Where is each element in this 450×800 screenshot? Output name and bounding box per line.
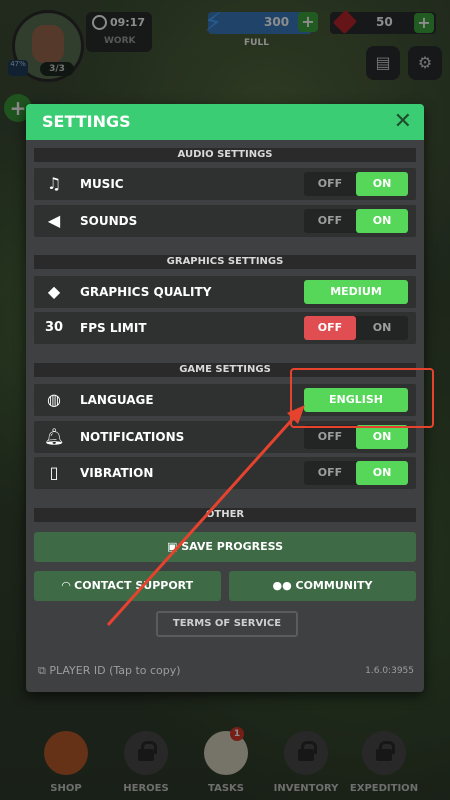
save-icon: ▣: [166, 540, 182, 553]
community-label: COMMUNITY: [295, 579, 373, 592]
fps-on-option[interactable]: ON: [356, 316, 408, 340]
music-note-icon: ♫: [46, 174, 62, 193]
community-icon: ●●: [272, 579, 296, 592]
fps-limit-toggle[interactable]: OFF ON: [304, 316, 408, 340]
language-label: LANGUAGE: [80, 393, 154, 407]
player-id-label: PLAYER ID (Tap to copy): [49, 664, 181, 677]
vibration-icon: ▯: [49, 463, 59, 482]
notifications-off-option[interactable]: OFF: [304, 425, 356, 449]
section-other: OTHER: [34, 508, 416, 522]
community-button[interactable]: ●● COMMUNITY: [229, 571, 416, 601]
row-sounds: ◀ SOUNDS OFF ON: [34, 205, 416, 237]
copy-icon: ⧉: [38, 664, 50, 677]
graphics-quality-selector[interactable]: MEDIUM: [304, 280, 408, 304]
section-audio: AUDIO SETTINGS: [34, 148, 416, 162]
notifications-on-option[interactable]: ON: [356, 425, 408, 449]
terms-of-service-button[interactable]: TERMS OF SERVICE: [156, 611, 298, 637]
notifications-label: NOTIFICATIONS: [80, 430, 185, 444]
notifications-toggle[interactable]: OFF ON: [304, 425, 408, 449]
music-label: MUSIC: [80, 177, 124, 191]
sounds-on-option[interactable]: ON: [356, 209, 408, 233]
highlight-box: [290, 368, 434, 428]
save-progress-label: SAVE PROGRESS: [181, 540, 284, 553]
contact-support-button[interactable]: ◠ CONTACT SUPPORT: [34, 571, 221, 601]
fps-off-option[interactable]: OFF: [304, 316, 356, 340]
headset-icon: ◠: [61, 579, 75, 592]
row-vibration: ▯ VIBRATION OFF ON: [34, 457, 416, 489]
music-off-option[interactable]: OFF: [304, 172, 356, 196]
cube-icon: ◆: [47, 282, 61, 301]
dialog-title: SETTINGS: [42, 112, 131, 131]
graphics-quality-label: GRAPHICS QUALITY: [80, 285, 212, 299]
row-fps-limit: 30 FPS LIMIT OFF ON: [34, 312, 416, 344]
version-label: 1.6.0:3955: [365, 666, 414, 676]
music-toggle[interactable]: OFF ON: [304, 172, 408, 196]
sounds-toggle[interactable]: OFF ON: [304, 209, 408, 233]
section-graphics: GRAPHICS SETTINGS: [34, 255, 416, 269]
dialog-header: SETTINGS ✕: [26, 104, 424, 140]
speaker-icon: ◀: [47, 211, 61, 230]
music-on-option[interactable]: ON: [356, 172, 408, 196]
row-music: ♫ MUSIC OFF ON: [34, 168, 416, 200]
vibration-toggle[interactable]: OFF ON: [304, 461, 408, 485]
bell-icon: 🔔︎: [44, 427, 65, 446]
vibration-label: VIBRATION: [80, 466, 154, 480]
row-graphics-quality: ◆ GRAPHICS QUALITY MEDIUM: [34, 276, 416, 308]
save-progress-button[interactable]: ▣ SAVE PROGRESS: [34, 532, 416, 562]
vibration-off-option[interactable]: OFF: [304, 461, 356, 485]
sounds-label: SOUNDS: [80, 214, 138, 228]
globe-icon: ◍: [47, 390, 61, 409]
sounds-off-option[interactable]: OFF: [304, 209, 356, 233]
close-icon[interactable]: ✕: [394, 109, 412, 134]
fps-icon: 30: [44, 320, 64, 335]
contact-support-label: CONTACT SUPPORT: [74, 579, 194, 592]
fps-limit-label: FPS LIMIT: [80, 321, 147, 335]
player-id[interactable]: ⧉ PLAYER ID (Tap to copy): [38, 664, 181, 678]
vibration-on-option[interactable]: ON: [356, 461, 408, 485]
